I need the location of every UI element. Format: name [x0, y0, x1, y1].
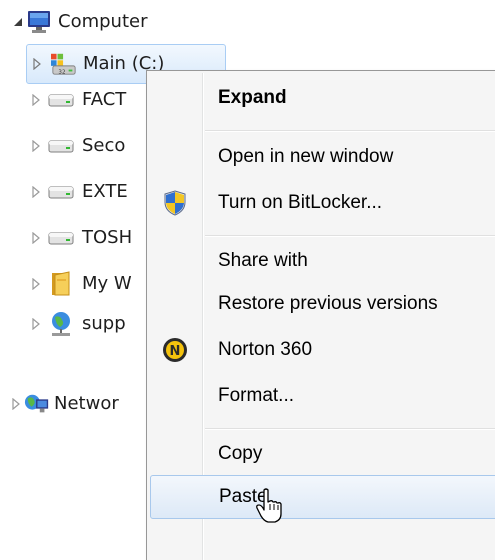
tree-item-label: FACT: [82, 89, 127, 110]
tree-item-toshiba-drive[interactable]: TOSH: [30, 220, 146, 256]
tree-item-label: EXTE: [82, 181, 128, 202]
menu-item-format[interactable]: Format...: [150, 375, 495, 417]
expand-arrow-icon[interactable]: [30, 93, 42, 107]
network-drive-icon: [48, 311, 74, 337]
expand-arrow-icon[interactable]: [30, 231, 42, 245]
windows-drive-icon: 32: [51, 51, 77, 77]
drive-icon: [48, 133, 74, 159]
menu-item-label: Share with: [218, 250, 308, 271]
tree-item-my-folder[interactable]: My W: [30, 266, 146, 302]
tree-item-fact-drive[interactable]: FACT: [30, 82, 146, 118]
expand-arrow-icon[interactable]: [30, 317, 42, 331]
expand-arrow-icon[interactable]: [30, 139, 42, 153]
svg-text:32: 32: [58, 69, 65, 75]
svg-text:N: N: [170, 344, 181, 359]
menu-separator: [205, 130, 495, 132]
menu-item-turn-on-bitlocker[interactable]: Turn on BitLocker...: [150, 182, 495, 224]
tree-item-network-share[interactable]: supp: [30, 306, 146, 342]
context-menu: Expand Open in new window Turn on BitLoc…: [146, 70, 495, 560]
menu-item-label: Restore previous versions: [218, 293, 438, 314]
menu-item-label: Open in new window: [218, 146, 394, 167]
tree-item-label: Computer: [58, 11, 148, 32]
tree-item-second-drive[interactable]: Seco: [30, 128, 146, 164]
tree-item-label: Networ: [54, 393, 119, 414]
menu-item-open-new-window[interactable]: Open in new window: [150, 136, 495, 178]
tree-item-external-drive[interactable]: EXTE: [30, 174, 146, 210]
tree-item-network[interactable]: Networ: [10, 386, 146, 422]
menu-item-label: Copy: [218, 443, 263, 464]
tree-item-label: Seco: [82, 135, 126, 156]
menu-item-label: Format...: [218, 385, 295, 406]
network-icon: [24, 391, 50, 417]
menu-separator: [205, 235, 495, 237]
computer-icon: [26, 9, 52, 35]
menu-item-norton-360[interactable]: N Norton 360: [150, 329, 495, 371]
menu-item-label: Turn on BitLocker...: [218, 192, 383, 213]
drive-icon: [48, 179, 74, 205]
menu-item-label: Expand: [218, 87, 287, 108]
drive-icon: [48, 87, 74, 113]
menu-item-expand[interactable]: Expand: [150, 77, 495, 119]
expand-arrow-icon[interactable]: [31, 57, 43, 71]
expand-arrow-icon[interactable]: [10, 397, 22, 411]
menu-separator: [205, 428, 495, 430]
menu-item-share-with[interactable]: Share with: [150, 240, 495, 282]
tree-item-label: My W: [82, 273, 132, 294]
menu-item-paste[interactable]: Paste: [150, 475, 495, 519]
expand-arrow-icon[interactable]: [30, 277, 42, 291]
menu-item-copy[interactable]: Copy: [150, 433, 495, 475]
uac-shield-icon: [162, 189, 188, 217]
hand-pointer-cursor-icon: [255, 488, 285, 524]
tree-item-label: supp: [82, 313, 126, 334]
expand-arrow-icon[interactable]: [30, 185, 42, 199]
tree-item-computer[interactable]: Computer: [12, 4, 312, 40]
menu-item-restore-previous-versions[interactable]: Restore previous versions: [150, 283, 495, 325]
drive-icon: [48, 225, 74, 251]
collapse-arrow-icon[interactable]: [12, 15, 24, 29]
folder-icon: [48, 271, 74, 297]
norton-icon: N: [162, 336, 188, 364]
menu-item-label: Norton 360: [218, 339, 313, 360]
tree-item-label: TOSH: [82, 227, 133, 248]
